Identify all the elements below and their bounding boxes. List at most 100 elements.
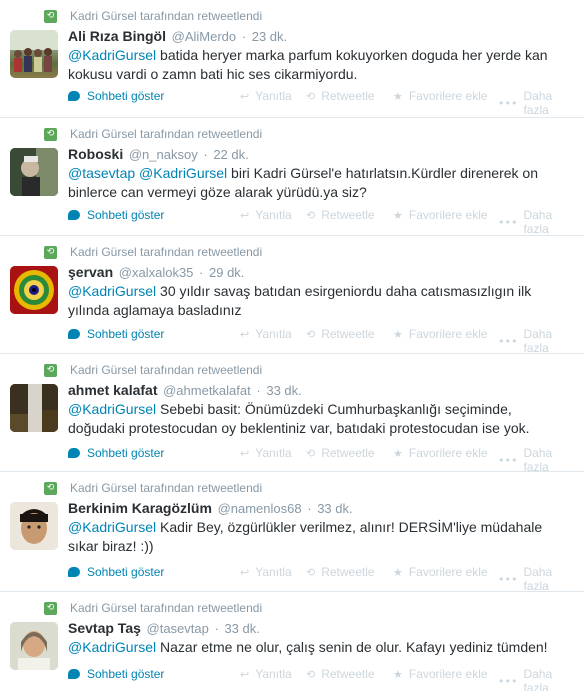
reply-icon: ↩ — [240, 446, 250, 460]
fullname[interactable]: ahmet kalafat — [68, 382, 157, 398]
reply-button[interactable]: ↩ Yanıtla — [240, 667, 292, 681]
retweet-action-icon: ⟲ — [306, 667, 316, 681]
tweet[interactable]: ⟲ Kadri Gürsel tarafından retweetlendi a… — [0, 354, 584, 474]
mention-link[interactable]: @KadriGursel — [68, 47, 156, 63]
avatar[interactable] — [10, 148, 58, 196]
retweeted-by[interactable]: Kadri Gürsel tarafından retweetlendi — [70, 245, 262, 259]
show-conversation-button[interactable]: Sohbeti göster — [68, 667, 164, 681]
tweet[interactable]: ⟲ Kadri Gürsel tarafından retweetlendi B… — [0, 472, 584, 593]
username[interactable]: @tasevtap — [147, 621, 209, 636]
show-conversation-button[interactable]: Sohbeti göster — [68, 89, 164, 103]
conversation-icon — [68, 210, 80, 220]
timestamp[interactable]: 23 dk. — [252, 29, 287, 44]
favorite-label: Favorilere ekle — [408, 208, 488, 222]
retweeted-by[interactable]: Kadri Gürsel tarafından retweetlendi — [70, 601, 262, 615]
show-conversation-button[interactable]: Sohbeti göster — [68, 208, 164, 222]
more-icon: ••• — [498, 674, 518, 688]
fullname[interactable]: Ali Rıza Bingöl — [68, 28, 166, 44]
fullname[interactable]: Sevtap Taş — [68, 620, 141, 636]
conversation-icon — [68, 448, 80, 458]
avatar[interactable] — [10, 502, 58, 550]
retweet-button[interactable]: ⟲ Retweetle — [306, 667, 375, 681]
more-button[interactable]: ••• Daha fazla — [498, 89, 578, 117]
username[interactable]: @xalxalok35 — [119, 265, 194, 280]
more-label: Daha fazla — [523, 327, 553, 355]
retweeted-by[interactable]: Kadri Gürsel tarafından retweetlendi — [70, 363, 262, 377]
retweet-button[interactable]: ⟲ Retweetle — [306, 565, 375, 579]
more-label: Daha fazla — [523, 565, 553, 593]
fullname[interactable]: Berkinim Karagözlüm — [68, 500, 212, 516]
tweet[interactable]: ⟲ Kadri Gürsel tarafından retweetlendi R… — [0, 118, 584, 236]
retweet-icon: ⟲ — [44, 9, 57, 23]
reply-button[interactable]: ↩ Yanıtla — [240, 327, 292, 341]
show-conversation-button[interactable]: Sohbeti göster — [68, 565, 164, 579]
show-conversation-button[interactable]: Sohbeti göster — [68, 327, 164, 341]
favorite-button[interactable]: ★ Favorilere ekle — [393, 89, 488, 103]
avatar[interactable] — [10, 384, 58, 432]
retweet-button[interactable]: ⟲ Retweetle — [306, 208, 375, 222]
retweet-button[interactable]: ⟲ Retweetle — [306, 446, 375, 460]
tweet-header: Ali Rıza Bingöl @AliMerdo · 23 dk. — [68, 28, 287, 45]
retweeted-by[interactable]: Kadri Gürsel tarafından retweetlendi — [70, 481, 262, 495]
reply-icon: ↩ — [240, 89, 250, 103]
tweet-text: @KadriGursel Nazar etme ne olur, çalış s… — [68, 638, 568, 657]
show-conversation-button[interactable]: Sohbeti göster — [68, 446, 164, 460]
avatar[interactable] — [10, 622, 58, 670]
more-button[interactable]: ••• Daha fazla — [498, 327, 578, 355]
retweet-icon: ⟲ — [44, 245, 57, 259]
avatar[interactable] — [10, 30, 58, 78]
mention-link[interactable]: @KadriGursel — [68, 519, 156, 535]
tweet[interactable]: ⟲ Kadri Gürsel tarafından retweetlendi ş… — [0, 236, 584, 355]
username[interactable]: @AliMerdo — [172, 29, 237, 44]
avatar[interactable] — [10, 266, 58, 314]
more-label: Daha fazla — [523, 446, 553, 474]
show-conversation-label: Sohbeti göster — [87, 446, 165, 460]
show-conversation-label: Sohbeti göster — [87, 208, 165, 222]
mention-link[interactable]: @KadriGursel — [68, 639, 156, 655]
favorite-label: Favorilere ekle — [408, 327, 488, 341]
favorite-label: Favorilere ekle — [408, 667, 488, 681]
retweet-icon: ⟲ — [44, 363, 57, 377]
more-icon: ••• — [498, 572, 518, 586]
tweet[interactable]: ⟲ Kadri Gürsel tarafından retweetlendi A… — [0, 0, 584, 118]
favorite-button[interactable]: ★ Favorilere ekle — [393, 667, 488, 681]
reply-label: Yanıtla — [255, 565, 292, 579]
show-conversation-label: Sohbeti göster — [87, 89, 165, 103]
reply-button[interactable]: ↩ Yanıtla — [240, 446, 292, 460]
favorite-button[interactable]: ★ Favorilere ekle — [393, 327, 488, 341]
tweet[interactable]: ⟲ Kadri Gürsel tarafından retweetlendi S… — [0, 592, 584, 691]
more-button[interactable]: ••• Daha fazla — [498, 208, 578, 236]
tweet-header: Berkinim Karagözlüm @namenlos68 · 33 dk. — [68, 500, 353, 517]
more-button[interactable]: ••• Daha fazla — [498, 667, 578, 691]
tweet-text: @KadriGursel Kadir Bey, özgürlükler veri… — [68, 518, 568, 556]
favorite-button[interactable]: ★ Favorilere ekle — [393, 565, 488, 579]
favorite-button[interactable]: ★ Favorilere ekle — [393, 446, 488, 460]
more-button[interactable]: ••• Daha fazla — [498, 565, 578, 593]
retweet-button[interactable]: ⟲ Retweetle — [306, 327, 375, 341]
timestamp[interactable]: 33 dk. — [317, 501, 352, 516]
star-icon: ★ — [393, 208, 403, 222]
favorite-button[interactable]: ★ Favorilere ekle — [393, 208, 488, 222]
retweet-label: Retweetle — [321, 89, 375, 103]
fullname[interactable]: Roboski — [68, 146, 123, 162]
reply-button[interactable]: ↩ Yanıtla — [240, 565, 292, 579]
retweet-button[interactable]: ⟲ Retweetle — [306, 89, 375, 103]
retweeted-by[interactable]: Kadri Gürsel tarafından retweetlendi — [70, 9, 262, 23]
mention-link[interactable]: @KadriGursel — [68, 283, 156, 299]
timestamp[interactable]: 29 dk. — [209, 265, 244, 280]
reply-button[interactable]: ↩ Yanıtla — [240, 89, 292, 103]
username[interactable]: @ahmetkalafat — [163, 383, 251, 398]
mention-link[interactable]: @KadriGursel — [68, 401, 156, 417]
username[interactable]: @n_naksoy — [129, 147, 198, 162]
retweeted-by[interactable]: Kadri Gürsel tarafından retweetlendi — [70, 127, 262, 141]
timestamp[interactable]: 33 dk. — [224, 621, 259, 636]
username[interactable]: @namenlos68 — [218, 501, 302, 516]
fullname[interactable]: şervan — [68, 264, 113, 280]
reply-button[interactable]: ↩ Yanıtla — [240, 208, 292, 222]
more-icon: ••• — [498, 334, 518, 348]
timestamp[interactable]: 33 dk. — [266, 383, 301, 398]
timestamp[interactable]: 22 dk. — [213, 147, 248, 162]
more-button[interactable]: ••• Daha fazla — [498, 446, 578, 474]
mention-link[interactable]: @KadriGursel — [139, 165, 227, 181]
mention-link[interactable]: @tasevtap — [68, 165, 135, 181]
